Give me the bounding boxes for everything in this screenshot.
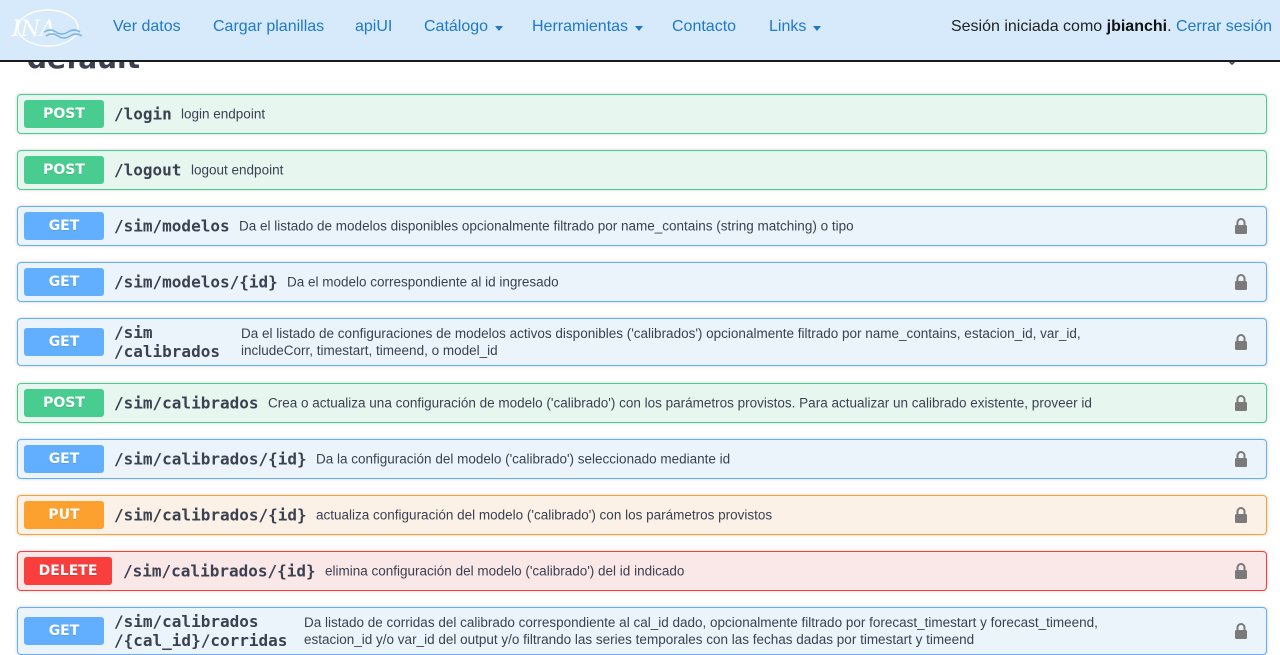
operation-get-sim-calibrados-corridas[interactable]: GET /sim/calibrados /{cal_id}/corridas D… (17, 607, 1267, 655)
session-username: jbianchi (1106, 18, 1168, 35)
session-prefix: Sesión iniciada como (950, 18, 1103, 35)
lock-icon[interactable] (1234, 450, 1248, 468)
operation-path: /login (114, 104, 172, 124)
lock-icon[interactable] (1234, 333, 1248, 351)
nav-links-label: Links (769, 18, 807, 35)
operation-description: Da el modelo correspondiente al id ingre… (287, 274, 559, 290)
operation-description-line: Da listado de corridas del calibrado cor… (304, 615, 1098, 630)
nav-links-dropdown[interactable]: Links (769, 18, 822, 36)
nav-cargar-planillas[interactable]: Cargar planillas (213, 18, 324, 36)
logout-link[interactable]: Cerrar sesión (1176, 18, 1272, 35)
operation-path-line: /sim (114, 323, 153, 342)
nav-apiui[interactable]: apiUI (355, 18, 392, 36)
method-badge: GET (24, 617, 104, 645)
operation-description: logout endpoint (191, 162, 284, 178)
operation-post-login[interactable]: POST /login login endpoint (17, 94, 1267, 134)
ina-logo[interactable]: INA (8, 6, 84, 50)
operation-path: /sim/calibrados/{id} (114, 449, 307, 469)
method-badge: GET (24, 212, 104, 240)
operation-path: /sim/calibrados (114, 393, 259, 413)
operation-get-sim-calibrados-id[interactable]: GET /sim/calibrados/{id} Da la configura… (17, 439, 1267, 479)
lock-icon[interactable] (1234, 562, 1248, 580)
operation-path-line: /{cal_id}/corridas (114, 631, 288, 650)
nav-cargar-planillas-label: Cargar planillas (213, 18, 325, 35)
nav-catalogo-label: Catálogo (424, 18, 489, 35)
operation-path-line: /sim/calibrados (114, 612, 259, 631)
method-badge: GET (24, 328, 104, 356)
nav-herramientas-dropdown[interactable]: Herramientas (532, 18, 644, 36)
nav-apiui-label: apiUI (355, 18, 393, 35)
operation-description: Da la configuración del modelo ('calibra… (316, 451, 731, 467)
operation-put-sim-calibrados-id[interactable]: PUT /sim/calibrados/{id} actualiza confi… (17, 495, 1267, 535)
operation-path: /sim/modelos (114, 216, 230, 236)
method-badge: POST (24, 100, 104, 128)
operation-post-sim-calibrados[interactable]: POST /sim/calibrados Crea o actualiza un… (17, 383, 1267, 423)
operation-path: /logout (114, 160, 182, 180)
nav-ver-datos-label: Ver datos (113, 18, 181, 35)
method-badge: GET (24, 268, 104, 296)
lock-icon[interactable] (1234, 506, 1248, 524)
caret-down-icon (635, 25, 644, 31)
operation-description: Da el listado de configuraciones de mode… (241, 325, 1081, 359)
nav-contacto[interactable]: Contacto (672, 18, 736, 36)
operation-description-line: estacion_id y/o var_id del output y/o fi… (304, 632, 975, 647)
operation-description: Da el listado de modelos disponibles opc… (239, 218, 854, 234)
method-badge: DELETE (24, 557, 112, 585)
method-badge: POST (24, 156, 104, 184)
method-badge: GET (24, 445, 104, 473)
nav-catalogo-dropdown[interactable]: Catálogo (424, 18, 504, 36)
caret-down-icon (813, 25, 822, 31)
operation-path: /sim/modelos/{id} (114, 272, 278, 292)
nav-contacto-label: Contacto (672, 18, 737, 35)
method-badge: PUT (24, 501, 104, 529)
method-badge: POST (24, 389, 104, 417)
operation-description: elimina configuración del modelo ('calib… (325, 563, 685, 579)
operation-get-sim-modelos[interactable]: GET /sim/modelos Da el listado de modelo… (17, 206, 1267, 246)
operation-path: /sim/calibrados/{id} (123, 561, 316, 581)
operation-get-sim-calibrados[interactable]: GET /sim /calibrados Da el listado de co… (17, 318, 1267, 366)
operation-description-line: Da el listado de configuraciones de mode… (241, 326, 1081, 341)
nav-ver-datos[interactable]: Ver datos (113, 18, 181, 36)
operation-get-sim-modelos-id[interactable]: GET /sim/modelos/{id} Da el modelo corre… (17, 262, 1267, 302)
operation-description-line: includeCorr, timestart, timeend, o model… (241, 343, 498, 358)
operation-delete-sim-calibrados-id[interactable]: DELETE /sim/calibrados/{id} elimina conf… (17, 551, 1267, 591)
operation-description: Da listado de corridas del calibrado cor… (304, 614, 1098, 648)
operation-path-line: /calibrados (114, 342, 220, 361)
operation-post-logout[interactable]: POST /logout logout endpoint (17, 150, 1267, 190)
operation-path: /sim/calibrados/{id} (114, 505, 307, 525)
operation-description: Crea o actualiza una configuración de mo… (268, 395, 1092, 411)
lock-icon[interactable] (1234, 622, 1248, 640)
top-navbar: INA Ver datos Cargar planillas apiUI Cat… (0, 0, 1280, 62)
nav-herramientas-label: Herramientas (532, 18, 629, 35)
lock-icon[interactable] (1234, 394, 1248, 412)
operation-path: /sim/calibrados /{cal_id}/corridas (114, 612, 287, 650)
caret-down-icon (495, 25, 504, 31)
operation-description: actualiza configuración del modelo ('cal… (316, 507, 773, 523)
lock-icon[interactable] (1234, 217, 1248, 235)
operation-path: /sim /calibrados (114, 323, 220, 361)
operation-description: login endpoint (181, 106, 266, 122)
lock-icon[interactable] (1234, 273, 1248, 291)
session-info: Sesión iniciada como jbianchi. Cerrar se… (950, 18, 1272, 35)
